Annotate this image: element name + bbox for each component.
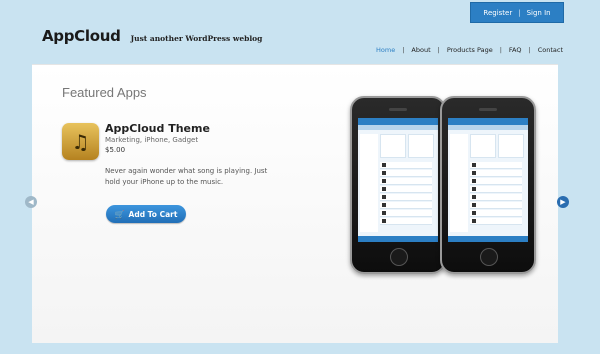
chevron-right-icon: ▶	[560, 198, 566, 206]
nav-item-home[interactable]: Home	[372, 46, 399, 54]
site-tagline: Just another WordPress weblog	[130, 34, 263, 43]
sign-in-link[interactable]: Sign In	[527, 9, 551, 17]
auth-bar: Register | Sign In	[470, 2, 564, 23]
add-to-cart-button[interactable]: 🛒 Add To Cart	[106, 205, 186, 223]
chevron-left-icon: ◀	[28, 198, 34, 206]
phone-screen	[358, 118, 438, 242]
site-logo[interactable]: AppCloud	[42, 27, 121, 45]
app-description: Never again wonder what song is playing.…	[105, 167, 268, 186]
phone-image-1	[350, 96, 446, 274]
music-note-icon[interactable]: ♫	[62, 123, 99, 160]
next-slide-button[interactable]: ▶	[557, 196, 569, 208]
phone-speaker	[479, 108, 497, 111]
register-link[interactable]: Register	[483, 9, 512, 17]
nav-item-faq[interactable]: FAQ	[505, 46, 526, 54]
featured-title: Featured Apps	[62, 85, 147, 100]
nav-item-products-page[interactable]: Products Page	[443, 46, 497, 54]
app-price: $5.00	[105, 146, 126, 154]
prev-slide-button[interactable]: ◀	[25, 196, 37, 208]
nav-divider: |	[437, 46, 440, 54]
phone-screen	[448, 118, 528, 242]
cart-icon: 🛒	[114, 209, 125, 219]
nav-item-about[interactable]: About	[407, 46, 434, 54]
nav-divider: |	[499, 46, 502, 54]
nav-divider: |	[528, 46, 531, 54]
phone-home-button	[390, 248, 408, 266]
nav-divider: |	[402, 46, 405, 54]
phone-home-button	[480, 248, 498, 266]
nav-item-contact[interactable]: Contact	[534, 46, 567, 54]
auth-separator: |	[518, 8, 521, 17]
app-name[interactable]: AppCloud Theme	[105, 122, 210, 135]
app-categories: Marketing, iPhone, Gadget	[105, 136, 199, 144]
add-to-cart-label: Add To Cart	[128, 209, 178, 219]
site-branding: AppCloud Just another WordPress weblog	[42, 27, 262, 45]
main-nav: Home | About | Products Page | FAQ | Con…	[372, 46, 567, 54]
phone-speaker	[389, 108, 407, 111]
phone-image-2	[440, 96, 536, 274]
